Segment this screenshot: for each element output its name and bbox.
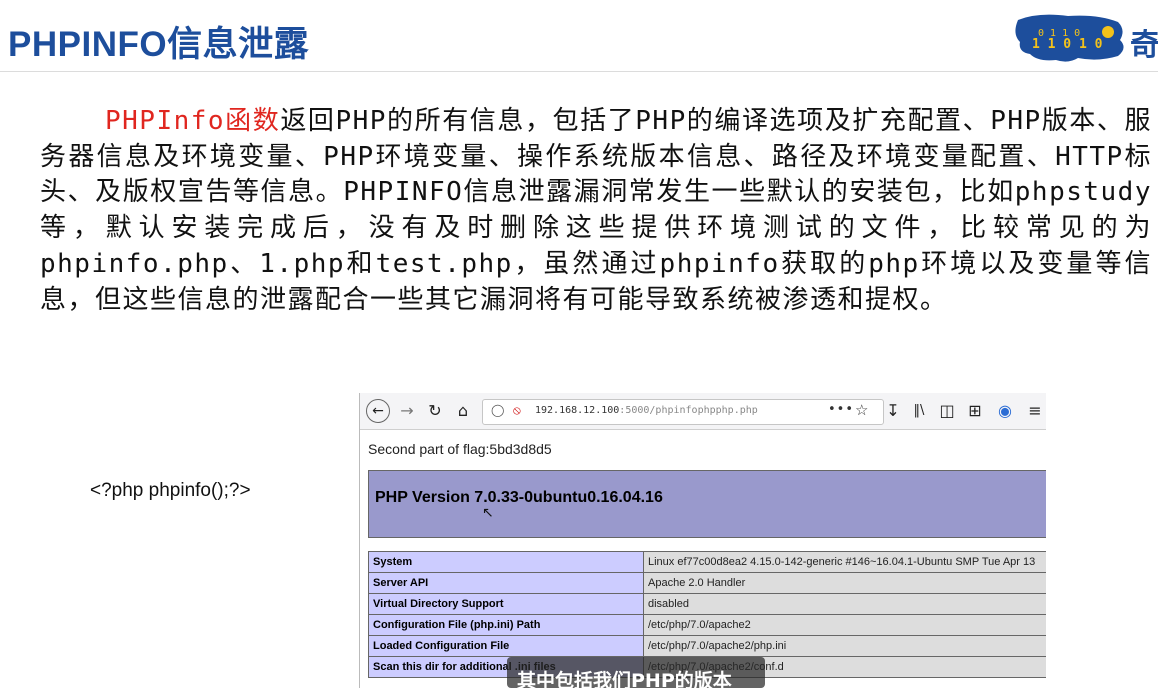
row-value: /etc/php/7.0/apache2/php.ini (643, 635, 1046, 657)
paragraph-body: 返回PHP的所有信息，包括了PHP的编译选项及扩充配置、PHP版本、服务器信息及… (40, 106, 1152, 315)
row-key: Virtual Directory Support (368, 593, 644, 615)
home-icon[interactable]: ⌂ (452, 400, 474, 422)
row-key: Loaded Configuration File (368, 635, 644, 657)
row-key: System (368, 551, 644, 573)
row-key: Server API (368, 572, 644, 594)
url-host: 192.168.12.100 (535, 405, 620, 416)
download-icon[interactable]: ↧ (882, 400, 904, 422)
slide-title: PHPINFO信息泄露 (8, 25, 310, 64)
url-port: :5000 (619, 405, 650, 416)
extension-icon[interactable]: ◉ (994, 400, 1016, 422)
back-icon[interactable]: ← (366, 399, 390, 423)
code-snippet: <?php phpinfo();?> (90, 480, 251, 501)
svg-text:1 1 0 1 0: 1 1 0 1 0 (1032, 37, 1103, 52)
svg-text:0 1 1 0: 0 1 1 0 (1038, 28, 1080, 39)
insecure-lock-icon: ⦸ (513, 403, 521, 417)
menu-icon[interactable]: ≡ (1024, 400, 1046, 422)
url-bar[interactable]: ◯ ⦸ 192.168.12.100:5000/phpinfophpphp.ph… (482, 399, 884, 425)
star-icon[interactable]: ☆ (855, 401, 868, 419)
library-icon[interactable]: ‖\ (908, 400, 930, 422)
subtitle-text: 其中包括我们PHP的版本 (517, 670, 732, 692)
paragraph-highlight: PHPInfo函数 (105, 106, 281, 136)
row-value: Apache 2.0 Handler (643, 572, 1046, 594)
mouse-cursor-icon: ↖ (482, 505, 494, 521)
logo-text: 奇 (1130, 28, 1158, 63)
forward-icon[interactable]: → (396, 400, 418, 422)
php-version-header: PHP Version 7.0.33-0ubuntu0.16.04.16 (368, 470, 1046, 538)
table-row: Loaded Configuration File /etc/php/7.0/a… (368, 635, 1046, 657)
browser-toolbar: ← → ↻ ⌂ ◯ ⦸ 192.168.12.100:5000/phpinfop… (360, 393, 1046, 430)
row-value: disabled (643, 593, 1046, 615)
video-subtitle: 其中包括我们PHP的版本 (507, 657, 765, 692)
more-icon[interactable]: ••• (828, 402, 854, 417)
reload-icon[interactable]: ↻ (424, 400, 446, 422)
flag-text: Second part of flag:5bd3d8d5 (368, 441, 552, 457)
table-row: Configuration File (php.ini) Path /etc/p… (368, 614, 1046, 636)
shield-icon: ◯ (491, 403, 505, 417)
sidebar-icon[interactable]: ◫ (936, 400, 958, 422)
table-row: Virtual Directory Support disabled (368, 593, 1046, 615)
title-divider (0, 71, 1158, 72)
php-version-text: PHP Version 7.0.33-0ubuntu0.16.04.16 (375, 489, 663, 506)
intro-paragraph: PHPInfo函数返回PHP的所有信息，包括了PHP的编译选项及扩充配置、PHP… (40, 104, 1152, 318)
browser-screenshot: ← → ↻ ⌂ ◯ ⦸ 192.168.12.100:5000/phpinfop… (359, 393, 1046, 688)
url-path: /phpinfophpphp.php (649, 405, 758, 416)
row-key: Configuration File (php.ini) Path (368, 614, 644, 636)
table-row: System Linux ef77c00d8ea2 4.15.0-142-gen… (368, 551, 1046, 573)
row-value: Linux ef77c00d8ea2 4.15.0-142-generic #1… (643, 551, 1046, 573)
url-text: 192.168.12.100:5000/phpinfophpphp.php (535, 405, 758, 416)
table-row: Server API Apache 2.0 Handler (368, 572, 1046, 594)
row-value: /etc/php/7.0/apache2 (643, 614, 1046, 636)
screenshot-icon[interactable]: ⊞ (964, 400, 986, 422)
